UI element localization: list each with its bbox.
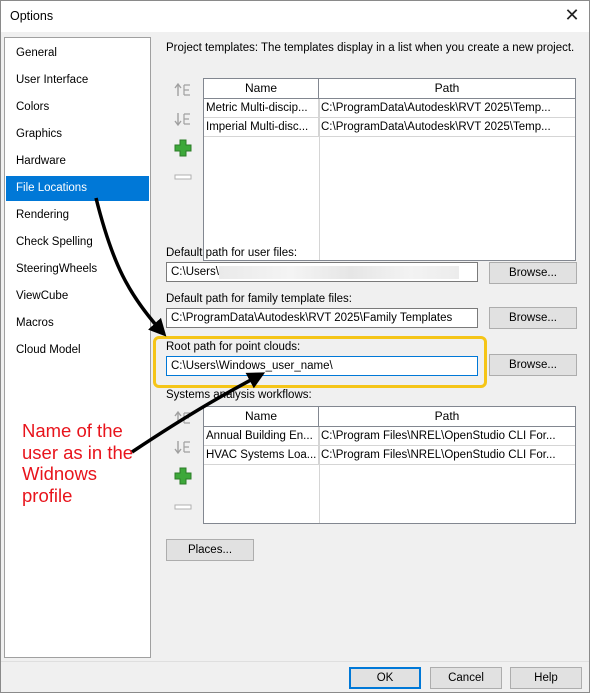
add-icon[interactable] [173,466,193,486]
move-up-icon[interactable] [173,408,193,428]
workflow-path-cell: C:\Program Files\NREL\OpenStudio CLI For… [321,430,556,442]
sidebar-item-file-locations[interactable]: File Locations [6,176,149,201]
remove-icon[interactable] [173,167,193,187]
sidebar-item-cloud-model[interactable]: Cloud Model [6,338,149,363]
annotation-text: Name of the user as in the Widnows profi… [22,420,134,506]
dialog-title: Options [10,9,54,23]
project-templates-table: Name Path Metric Multi-discip... C:\Prog… [203,78,576,261]
annotation-highlight-box [153,336,487,388]
template-path-cell: C:\ProgramData\Autodesk\RVT 2025\Temp... [321,102,551,114]
browse-family-templates-button[interactable]: Browse... [489,307,577,329]
remove-icon[interactable] [173,497,193,517]
sidebar-item-check-spelling[interactable]: Check Spelling [6,230,149,255]
sidebar-item-viewcube[interactable]: ViewCube [6,284,149,309]
column-header-path[interactable]: Path [319,407,575,427]
table-row[interactable]: Imperial Multi-disc... C:\ProgramData\Au… [204,118,575,137]
column-header-path[interactable]: Path [319,79,575,99]
workflow-path-cell: C:\Program Files\NREL\OpenStudio CLI For… [321,449,556,461]
sidebar-item-graphics[interactable]: Graphics [6,122,149,147]
family-templates-label: Default path for family template files: [166,293,352,305]
sidebar-item-colors[interactable]: Colors [6,95,149,120]
user-files-label: Default path for user files: [166,247,298,259]
template-name-cell: Imperial Multi-disc... [204,118,319,137]
workflow-name-cell: HVAC Systems Loa... [204,446,319,465]
table-row[interactable]: HVAC Systems Loa... C:\Program Files\NRE… [204,446,575,465]
sidebar-item-hardware[interactable]: Hardware [6,149,149,174]
systems-analysis-caption: Systems analysis workflows: [166,389,312,401]
project-templates-caption: Project templates: The templates display… [166,42,575,54]
workflow-name-cell: Annual Building En... [204,427,319,446]
dialog-footer: OK Cancel Help [1,661,589,692]
systems-analysis-table: Name Path Annual Building En... C:\Progr… [203,406,576,524]
browse-user-files-button[interactable]: Browse... [489,262,577,284]
column-header-name[interactable]: Name [204,79,319,99]
add-icon[interactable] [173,138,193,158]
table-row[interactable]: Annual Building En... C:\Program Files\N… [204,427,575,446]
template-name-cell: Metric Multi-discip... [204,99,319,118]
redacted-username-blur [219,266,459,279]
move-up-icon[interactable] [173,80,193,100]
table-row[interactable]: Metric Multi-discip... C:\ProgramData\Au… [204,99,575,118]
help-button[interactable]: Help [510,667,582,689]
template-path-cell: C:\ProgramData\Autodesk\RVT 2025\Temp... [321,121,551,133]
move-down-icon[interactable] [173,109,193,129]
user-files-path-value: C:\Users\ [171,266,219,278]
user-files-path-input[interactable]: C:\Users\ [166,262,478,282]
cancel-button[interactable]: Cancel [430,667,502,689]
places-button[interactable]: Places... [166,539,254,561]
move-down-icon[interactable] [173,437,193,457]
sidebar-item-macros[interactable]: Macros [6,311,149,336]
family-templates-path-input[interactable]: C:\ProgramData\Autodesk\RVT 2025\Family … [166,308,478,328]
sidebar-item-user-interface[interactable]: User Interface [6,68,149,93]
browse-point-clouds-button[interactable]: Browse... [489,354,577,376]
sidebar-item-steeringwheels[interactable]: SteeringWheels [6,257,149,282]
column-header-name[interactable]: Name [204,407,319,427]
options-sidebar: General User Interface Colors Graphics H… [4,37,151,658]
sidebar-item-general[interactable]: General [6,41,149,66]
ok-button[interactable]: OK [349,667,421,689]
title-bar: Options ✕ [1,1,589,32]
sidebar-item-rendering[interactable]: Rendering [6,203,149,228]
close-button[interactable]: ✕ [559,4,585,28]
